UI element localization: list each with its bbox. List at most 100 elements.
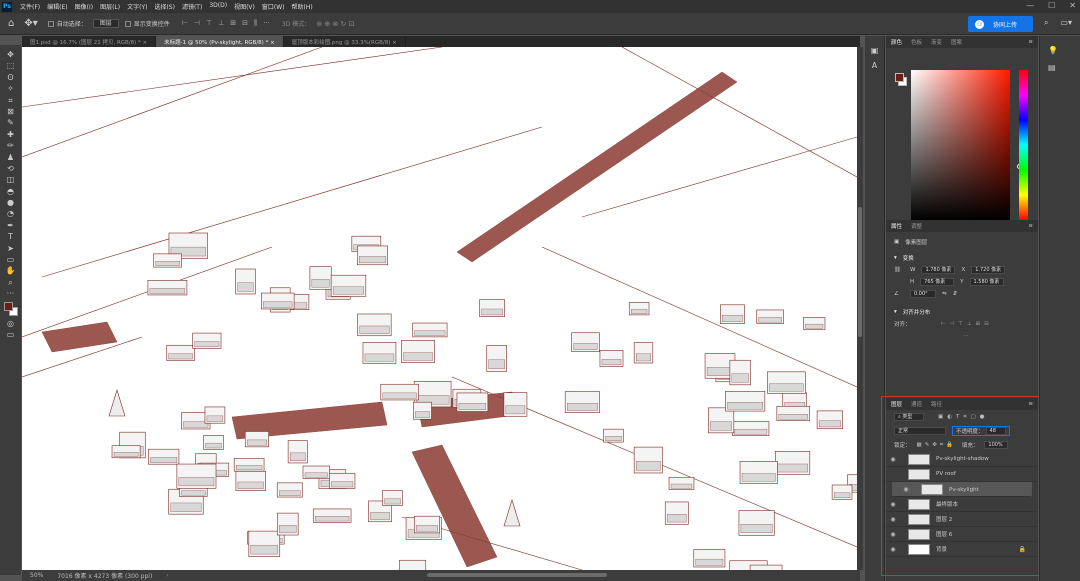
show-transform-checkbox[interactable] [124,20,131,27]
menu-item-2[interactable]: 图像(I) [75,2,93,11]
path-select-icon[interactable]: ➤ [7,243,14,254]
maximize-button[interactable]: ☐ [1048,1,1055,10]
visibility-eye-icon[interactable]: ◉ [899,486,913,494]
quick-mask-icon[interactable]: ◎ [7,318,14,329]
align-bottom-icon[interactable]: ⊟ [242,19,248,28]
distribute-icon[interactable]: ⫼ [254,19,257,28]
search-icon[interactable]: ⌕ [1044,18,1048,28]
menu-item-6[interactable]: 滤镜(T) [182,2,202,11]
status-arrow-icon[interactable]: › [166,572,168,579]
menu-item-0[interactable]: 文件(F) [20,2,40,11]
height-input[interactable]: 765 像素 [920,278,955,286]
blur-icon[interactable]: ● [7,197,14,208]
visibility-eye-icon[interactable]: ◉ [886,531,900,538]
3d-tools-icon[interactable]: ⊛ ⊕ ⊗ ↻ ⊡ [316,20,354,28]
eyedropper-icon[interactable]: ✎ [7,117,14,128]
vertical-scroll-thumb[interactable] [858,207,862,337]
tab-channels[interactable]: 通道 [911,400,922,408]
learn-icon[interactable]: 💡 [1048,46,1080,55]
frame-icon[interactable]: ⊠ [7,106,14,117]
screen-mode-icon[interactable]: ▭ [7,329,15,340]
tab-doc-3[interactable]: 屋顶版本彩绘图.png @ 33.3%(RGB/8) × [284,36,406,47]
menu-item-5[interactable]: 选择(S) [154,2,175,11]
toolbar-foreground-color[interactable] [3,301,13,311]
layer-row[interactable]: ◉ Pv-skylight-shadow [886,452,1038,467]
tab-color[interactable]: 颜色 [891,38,902,46]
properties-menu-icon[interactable]: ≡ [1028,223,1033,229]
libraries-icon[interactable]: ▤ [1048,63,1080,72]
move-icon[interactable]: ✥ [7,49,14,60]
tab-layers[interactable]: 图层 [891,400,902,408]
layer-row[interactable]: ◉ 最终版本 [886,497,1038,512]
width-input[interactable]: 1.780 像素 [921,266,956,274]
visibility-eye-icon[interactable]: ◉ [886,501,900,508]
fill-input[interactable]: 100% [984,441,1009,449]
visibility-eye-icon[interactable]: ◉ [886,456,900,463]
menu-item-3[interactable]: 图层(L) [100,2,120,11]
flip-vertical-icon[interactable]: ⇵ [953,291,958,297]
flip-horizontal-icon[interactable]: ⇋ [942,291,947,297]
dodge-icon[interactable]: ◔ [7,208,14,219]
layer-row[interactable]: ◉ Pv-skylight [892,482,1032,497]
layer-row[interactable]: ◉ 图层 6 [886,527,1038,542]
align-header[interactable]: ▾ 对齐并分布 [886,306,1038,318]
filter-kind-dropdown[interactable]: ⌕ 类型 [894,413,924,421]
menu-item-7[interactable]: 3D(D) [209,2,227,11]
document-canvas[interactable] [22,47,857,570]
align-left-icon[interactable]: ⊢ [182,19,188,28]
auto-select-checkbox[interactable] [47,20,54,27]
tab-adjustments[interactable]: 调整 [911,222,922,230]
brush-icon[interactable]: ✏ [7,140,14,151]
y-input[interactable]: 1.580 像素 [969,278,1004,286]
character-panel-icon[interactable]: A [872,61,877,70]
align-top-icon[interactable]: ⊥ [218,19,224,28]
ellipsis-icon[interactable]: ··· [963,333,968,339]
shape-icon[interactable]: ▭ [7,254,15,265]
magic-wand-icon[interactable]: ✧ [7,83,14,94]
blend-mode-dropdown[interactable]: 正常 [894,427,946,435]
horizontal-scroll-thumb[interactable] [427,573,607,577]
tab-patterns[interactable]: 图案 [951,38,962,46]
layer-row[interactable]: ◉ 图层 2 [886,512,1038,527]
color-swatches[interactable] [3,301,18,316]
collapse-icon[interactable]: ▾ [894,255,897,261]
zoom-level[interactable]: 50% [30,572,43,579]
menu-item-8[interactable]: 视图(V) [234,2,255,11]
opacity-input[interactable]: 48 [985,427,1006,435]
vertical-scrollbar[interactable] [857,47,863,570]
workspace-icon[interactable]: ▭▾ [1060,18,1072,28]
foreground-color-swatch[interactable] [895,73,904,82]
visibility-eye-icon[interactable]: ◉ [886,546,900,553]
collapse-align-icon[interactable]: ▾ [894,309,897,315]
stamp-icon[interactable]: ♟ [7,152,14,163]
tab-paths[interactable]: 路径 [931,400,942,408]
transform-header[interactable]: ▾ 变换 [886,252,1038,264]
crop-icon[interactable]: ⌗ [8,95,13,106]
layer-row[interactable]: PV roof [886,467,1038,482]
lasso-icon[interactable]: ʘ [7,72,13,83]
layer-row[interactable]: ◉ 背景 🔒 [886,542,1038,557]
minimize-button[interactable]: — [1026,1,1034,10]
healing-icon[interactable]: ✚ [7,129,14,140]
zoom-icon[interactable]: ⌕ [8,277,12,288]
auto-select-dropdown[interactable]: 图层 [92,19,119,28]
panel-menu-icon[interactable]: ≡ [1028,39,1033,45]
type-icon[interactable]: T [8,231,13,242]
filter-icons[interactable]: ▣◐T⌗▢● [938,414,988,421]
close-button[interactable]: ✕ [1069,1,1076,10]
photoshop-logo[interactable]: Ps [2,1,12,12]
move-tool-icon[interactable]: ✥▾ [24,18,37,29]
menu-item-9[interactable]: 窗口(W) [262,2,285,11]
align-right-icon[interactable]: ⊤ [206,19,212,28]
hue-slider[interactable] [1019,70,1028,220]
pen-icon[interactable]: ✒ [7,220,14,231]
tab-doc-2[interactable]: 未标题-1 @ 50% (Pv-skylight, RGB/8) * × [156,36,284,47]
history-brush-icon[interactable]: ⟲ [7,163,14,174]
tab-doc-1[interactable]: 图1.psd @ 16.7% (图层 21 拷贝, RGB/8) * × [22,36,157,47]
tab-swatches[interactable]: 色板 [911,38,922,46]
more-icon[interactable]: ··· [7,288,15,299]
more-options-icon[interactable]: ··· [263,19,270,28]
align-icons[interactable]: ⊢⊣⊤⊥⊞⊟ [941,321,993,327]
eraser-icon[interactable]: ◫ [7,174,15,185]
menu-item-1[interactable]: 编辑(E) [47,2,67,11]
